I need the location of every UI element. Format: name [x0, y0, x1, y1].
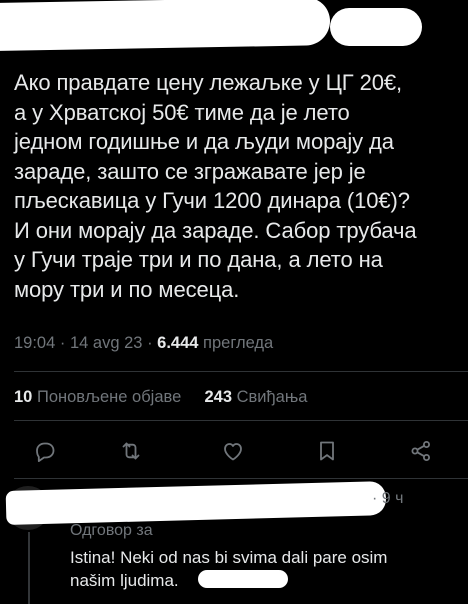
- like-button[interactable]: [218, 436, 248, 466]
- tweet-time[interactable]: 19:04: [14, 334, 55, 352]
- heart-icon: [224, 443, 242, 461]
- divider: [14, 420, 468, 421]
- reply-author-redaction: [5, 481, 387, 525]
- reply-time[interactable]: · 9 ч: [372, 490, 403, 508]
- repost-button[interactable]: [116, 436, 146, 466]
- thread-line: [28, 532, 30, 604]
- repost-icon: [122, 442, 140, 460]
- reposts-link[interactable]: 10 Поновљене објаве: [14, 388, 186, 406]
- likes-count: 243: [204, 388, 232, 406]
- tweet-text: Ако правдате цену лежаљке у ЦГ 20€, а у …: [14, 70, 417, 302]
- meta-separator: ·: [147, 334, 153, 352]
- divider: [14, 478, 468, 479]
- bookmark-icon: [320, 441, 334, 461]
- share-icon: [411, 441, 430, 461]
- reposts-label: Поновљене објаве: [36, 388, 182, 406]
- views-count: 6.444: [157, 334, 199, 352]
- likes-link[interactable]: 243 Свиђања: [204, 388, 307, 406]
- tweet-date[interactable]: 14 avg 23: [70, 334, 142, 352]
- engagement-stats: 10 Поновљене објаве 243 Свиђања: [14, 388, 307, 407]
- divider: [14, 371, 468, 372]
- meta-separator: ·: [59, 334, 66, 352]
- reply-mention-redaction: [198, 570, 288, 588]
- tweet-meta: 19:04 · 14 avg 23 · 6.444 прегледа: [14, 334, 273, 353]
- action-bar: [0, 436, 468, 466]
- bookmark-button[interactable]: [312, 436, 342, 466]
- views-label: прегледа: [203, 334, 274, 352]
- reply-icon: [36, 442, 55, 462]
- author-redaction: [0, 0, 330, 51]
- likes-label: Свиђања: [236, 388, 308, 406]
- share-button[interactable]: [406, 436, 436, 466]
- reposts-count: 10: [14, 388, 33, 406]
- author-handle-redaction: [330, 8, 422, 46]
- reply-button[interactable]: [30, 436, 60, 466]
- replying-to-label: Одговор за: [70, 522, 153, 539]
